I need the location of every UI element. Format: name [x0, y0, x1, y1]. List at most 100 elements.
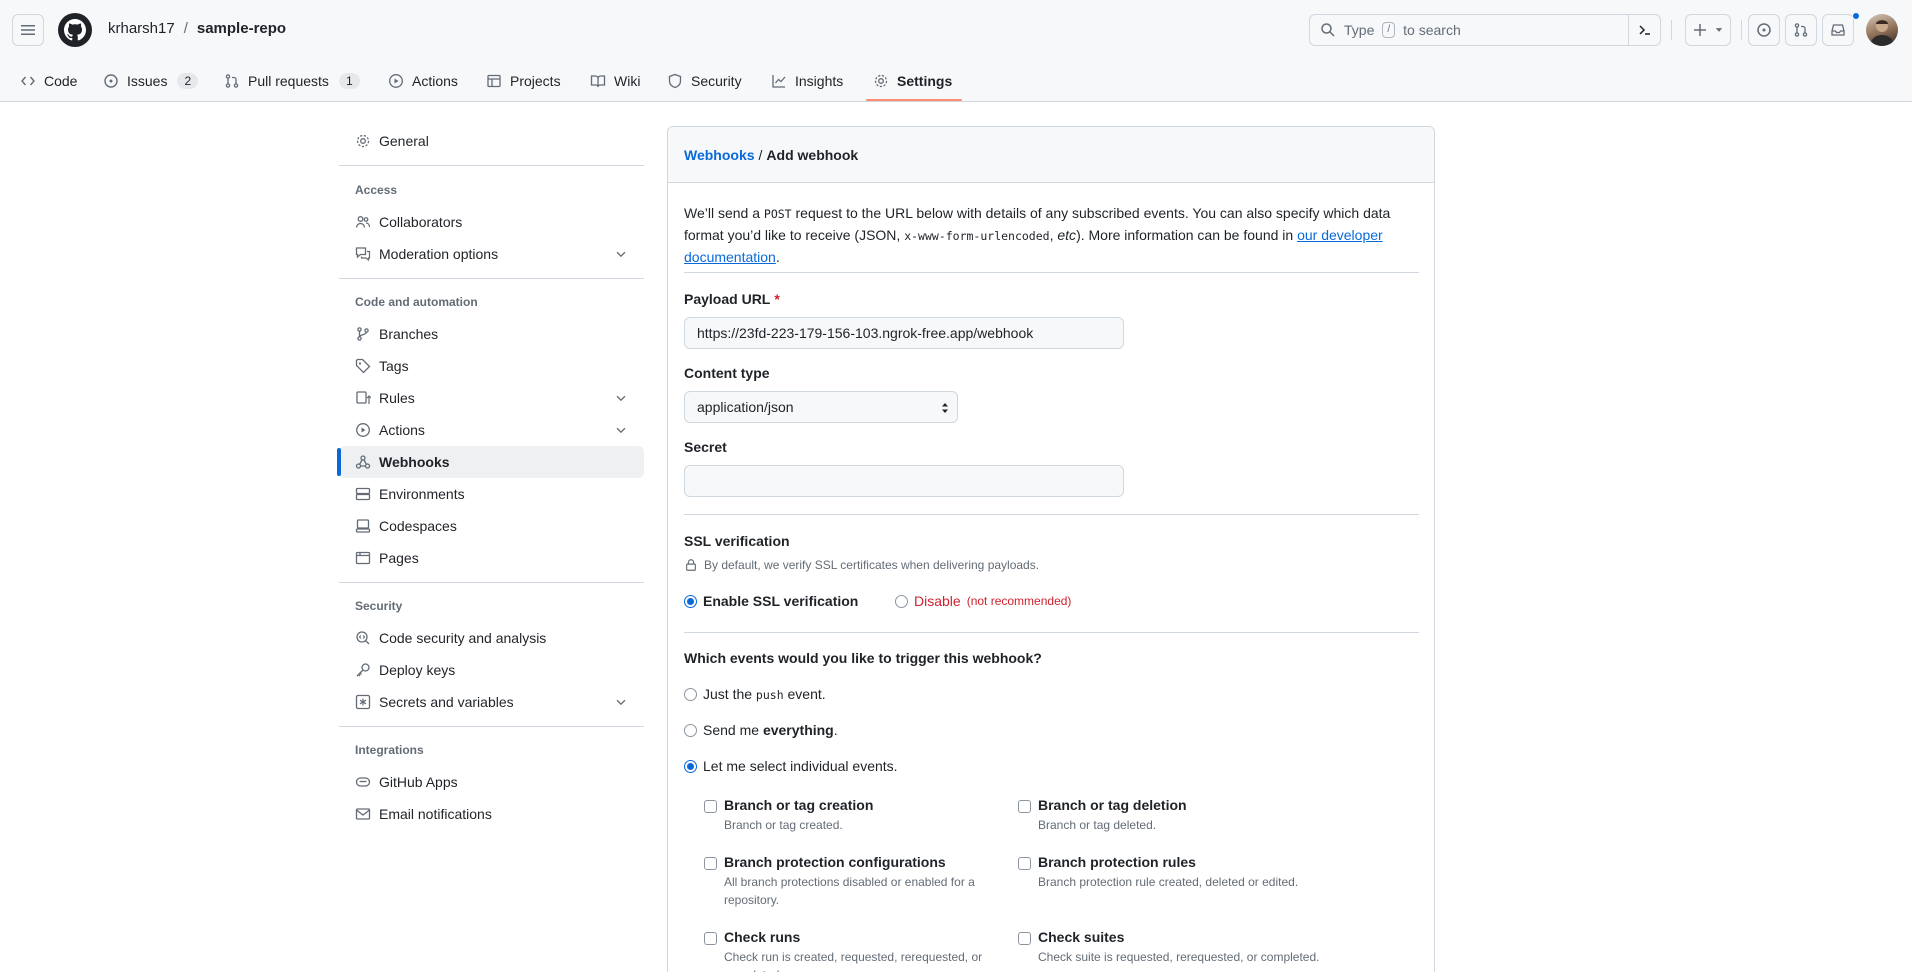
event-option-push[interactable]: Just the push event. [684, 686, 826, 702]
inline-code: POST [763, 207, 792, 221]
sidebar-item-codespaces[interactable]: Codespaces [339, 510, 644, 542]
book-icon [590, 75, 606, 88]
push-radio[interactable] [684, 687, 697, 701]
tab-actions[interactable]: Actions [388, 60, 458, 102]
search-suffix: to search [1403, 22, 1461, 38]
tab-insights-label: Insights [795, 73, 844, 89]
sidebar-item-label: Code security and analysis [379, 630, 547, 646]
event-option-individual[interactable]: Let me select individual events. [684, 758, 898, 774]
select-arrows-icon [942, 403, 948, 413]
header-divider [1741, 20, 1742, 40]
section-divider [684, 272, 1419, 273]
sidebar-item-general[interactable]: General [339, 125, 644, 157]
page-title: Add webhook [766, 146, 859, 163]
event-title: Branch protection configurations [724, 854, 946, 870]
sidebar-item-github-apps[interactable]: GitHub Apps [339, 766, 644, 798]
payload-url-label: Payload URL * [684, 291, 780, 307]
sidebar-item-rules[interactable]: Rules [339, 382, 644, 414]
section-divider [684, 632, 1419, 633]
intro-text: We’ll send a POST request to the URL bel… [684, 203, 1419, 268]
ssl-enable-radio[interactable] [684, 594, 697, 608]
global-header: krharsh17 / sample-repo Type / to search [0, 0, 1912, 102]
event-checkbox[interactable] [1018, 857, 1031, 870]
octocat-icon [64, 19, 86, 41]
sidebar-item-label: Secrets and variables [379, 694, 514, 710]
tab-actions-label: Actions [412, 73, 458, 89]
sidebar-item-moderation-options[interactable]: Moderation options [339, 238, 644, 270]
notifications-button[interactable] [1822, 14, 1854, 46]
sidebar-item-webhooks[interactable]: Webhooks [337, 446, 644, 478]
ssl-disable-option[interactable]: Disable (not recommended) [895, 593, 1071, 609]
tag-icon [355, 358, 371, 374]
repo-tabs: Code Issues 2 Pull requests 1 Actions Pr… [0, 60, 1912, 102]
sidebar-item-email-notifications[interactable]: Email notifications [339, 798, 644, 830]
ssl-note: By default, we verify SSL certificates w… [684, 558, 1039, 572]
ssl-enable-option[interactable]: Enable SSL verification [684, 593, 858, 609]
sidebar-item-label: Collaborators [379, 214, 463, 230]
owner-link[interactable]: krharsh17 [108, 20, 175, 37]
option-text: . [833, 722, 838, 738]
github-logo[interactable] [58, 13, 92, 47]
sidebar-item-collaborators[interactable]: Collaborators [339, 206, 644, 238]
tab-pull-requests[interactable]: Pull requests 1 [224, 60, 360, 102]
tab-code-label: Code [44, 73, 78, 89]
sidebar-item-label: Email notifications [379, 806, 492, 822]
breadcrumb: Webhooks / Add webhook [668, 127, 1434, 183]
repo-push-icon [356, 391, 371, 404]
content-type-select[interactable]: application/json [684, 391, 958, 423]
selected-tab-underline [866, 99, 962, 101]
events-question: Which events would you like to trigger t… [684, 650, 1042, 666]
sidebar-item-code-security[interactable]: Code security and analysis [339, 622, 644, 654]
user-avatar[interactable] [1866, 14, 1898, 46]
webhooks-link[interactable]: Webhooks [684, 147, 755, 163]
sidebar-item-secrets-variables[interactable]: Secrets and variables [339, 686, 644, 718]
sidebar-item-deploy-keys[interactable]: Deploy keys [339, 654, 644, 686]
event-checkbox[interactable] [1018, 800, 1031, 813]
sidebar-item-label: Rules [379, 390, 415, 406]
sidebar-divider [339, 278, 644, 279]
sidebar-item-environments[interactable]: Environments [339, 478, 644, 510]
label-text: Payload URL [684, 291, 771, 307]
sidebar-item-branches[interactable]: Branches [339, 318, 644, 350]
sidebar-item-label: Actions [379, 422, 425, 438]
repo-link[interactable]: sample-repo [197, 20, 286, 37]
event-checkbox[interactable] [704, 932, 717, 945]
top-bar: krharsh17 / sample-repo Type / to search [0, 0, 1912, 60]
sidebar-heading-security: Security [355, 599, 403, 613]
event-title: Branch or tag creation [724, 797, 874, 813]
event-checkbox[interactable] [1018, 932, 1031, 945]
sidebar-item-pages[interactable]: Pages [339, 542, 644, 574]
sidebar-item-tags[interactable]: Tags [339, 350, 644, 382]
push-option-label: Just the push event. [703, 686, 826, 702]
tab-projects[interactable]: Projects [486, 60, 561, 102]
create-new-button[interactable] [1685, 14, 1731, 46]
ssl-disable-label: Disable [914, 593, 961, 609]
comment-discussion-icon [355, 247, 371, 262]
ssl-disable-radio[interactable] [895, 594, 908, 608]
sidebar-item-actions[interactable]: Actions [339, 414, 644, 446]
event-checkbox[interactable] [704, 857, 717, 870]
tab-issues-label: Issues [127, 73, 168, 89]
everything-radio[interactable] [684, 723, 697, 737]
command-palette-button[interactable] [1628, 15, 1660, 45]
secret-input[interactable] [684, 465, 1124, 497]
individual-radio[interactable] [684, 759, 697, 773]
event-option-everything[interactable]: Send me everything. [684, 722, 838, 738]
search-input[interactable]: Type / to search [1309, 14, 1661, 46]
tab-code[interactable]: Code [20, 60, 77, 102]
issues-button[interactable] [1748, 14, 1780, 46]
tab-security[interactable]: Security [667, 60, 742, 102]
play-icon [356, 423, 370, 437]
tab-insights[interactable]: Insights [771, 60, 843, 102]
tab-issues[interactable]: Issues 2 [103, 60, 199, 102]
payload-url-input[interactable] [684, 317, 1124, 349]
chevron-down-icon [616, 427, 626, 434]
section-divider [684, 514, 1419, 515]
inline-code: x-www-form-urlencoded [904, 229, 1050, 243]
event-checkbox[interactable] [704, 800, 717, 813]
tab-wiki[interactable]: Wiki [590, 60, 640, 102]
pull-requests-button[interactable] [1785, 14, 1817, 46]
hamburger-icon [21, 25, 35, 35]
menu-button[interactable] [12, 14, 44, 46]
tab-settings[interactable]: Settings [873, 60, 952, 102]
